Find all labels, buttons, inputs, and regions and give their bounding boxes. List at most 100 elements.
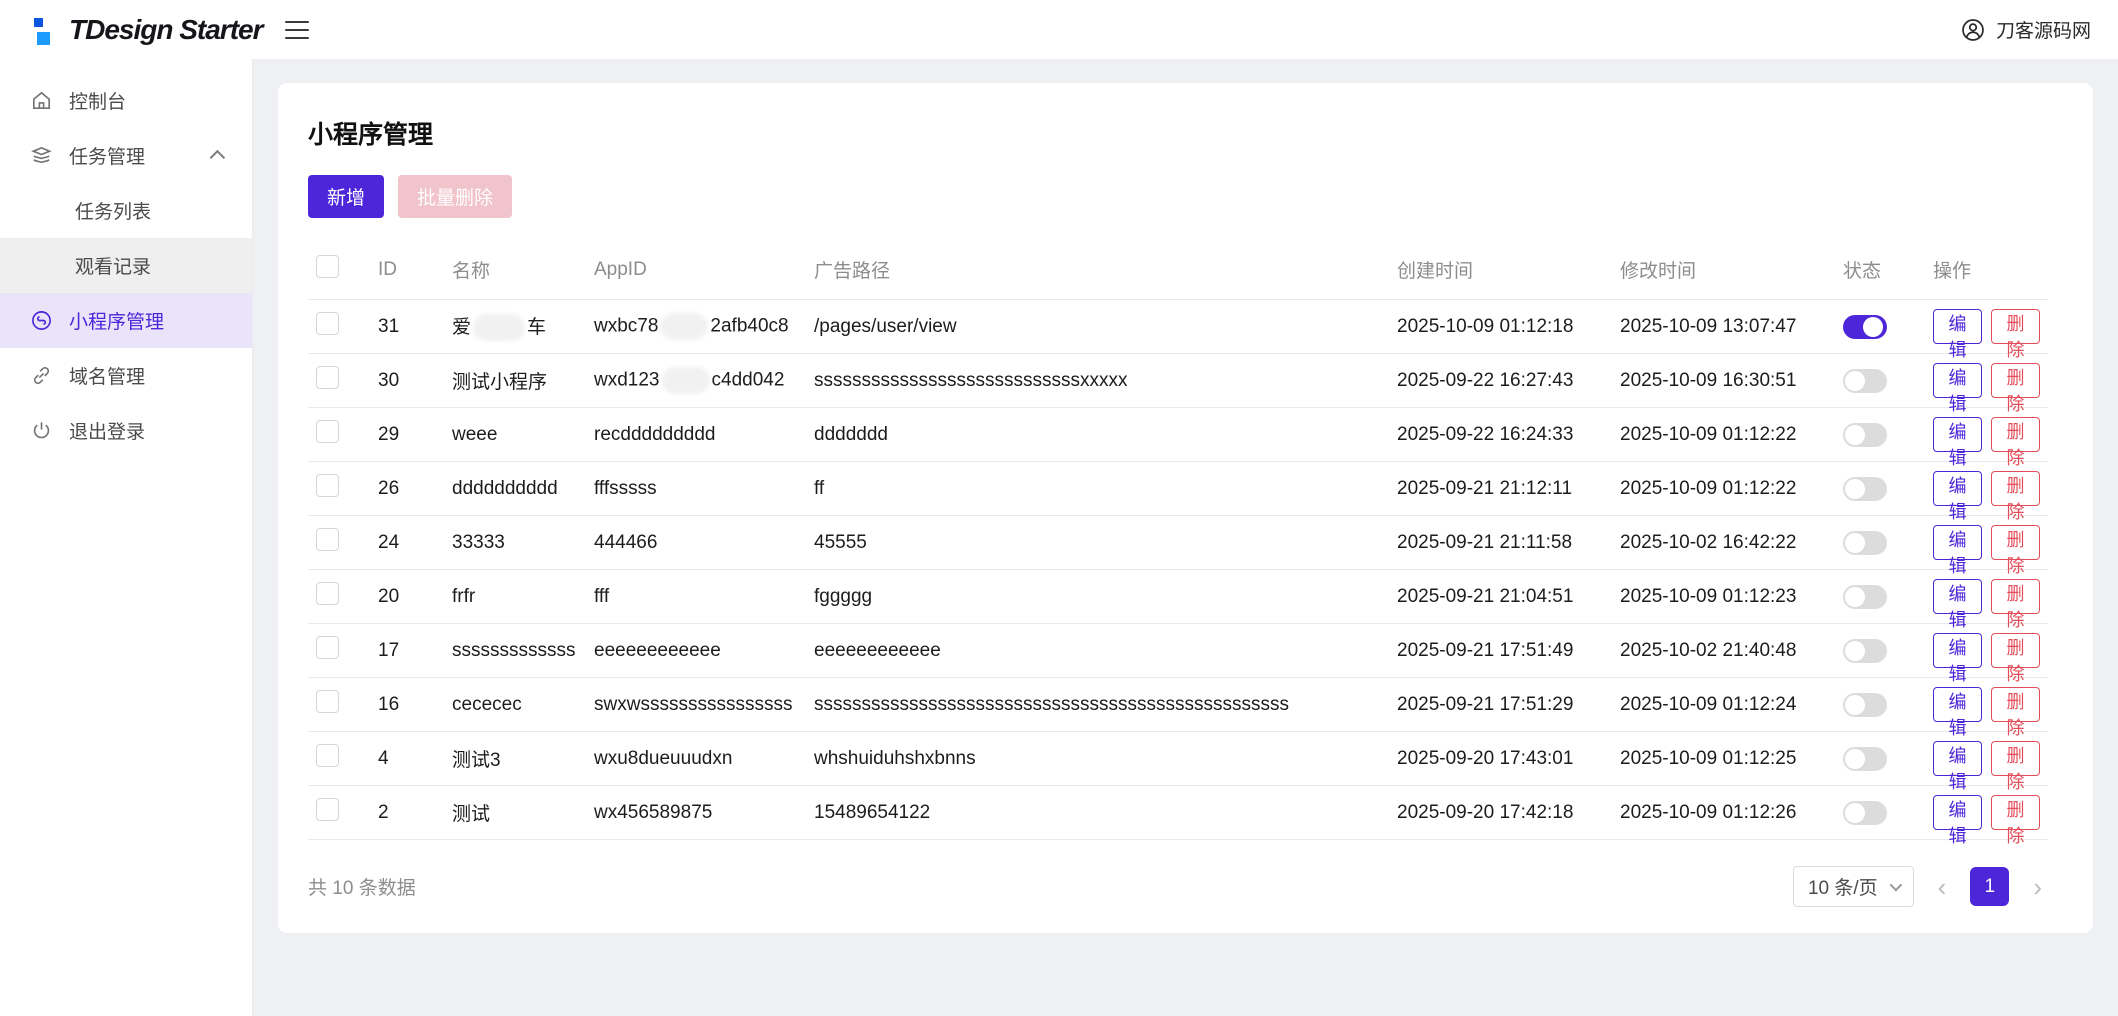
hamburger-menu-icon[interactable] [284, 20, 309, 39]
edit-button[interactable]: 编辑 [1933, 579, 1982, 630]
row-checkbox[interactable] [316, 420, 339, 443]
sidebar-item-watch-records[interactable]: 观看记录 [0, 238, 252, 293]
user-menu[interactable]: 刀客源码网 [1960, 16, 2091, 43]
status-toggle[interactable] [1843, 746, 1887, 771]
content-card: 小程序管理 新增 批量删除 ID 名称 AppID 广告路径 创建时间 修改时间… [278, 83, 2093, 933]
delete-button[interactable]: 删除 [1991, 633, 2040, 684]
row-checkbox[interactable] [316, 528, 339, 551]
miniprogram-icon [32, 311, 51, 330]
sidebar-item-miniprogram-management[interactable]: 小程序管理 [0, 293, 252, 348]
table-footer: 共 10 条数据 10 条/页 ‹ 1 › [308, 866, 2048, 907]
row-checkbox[interactable] [316, 636, 339, 659]
row-checkbox[interactable] [316, 798, 339, 821]
table-row: 4 测试3 wxu8dueuuudxn whshuiduhshxbnns 2025-09… [308, 731, 2048, 792]
cell-appid: swxwssssssssssssssss [586, 677, 806, 732]
row-checkbox[interactable] [316, 690, 339, 713]
edit-button[interactable]: 编辑 [1933, 687, 1982, 738]
sidebar-item-dashboard[interactable]: 控制台 [0, 73, 252, 128]
delete-button[interactable]: 删除 [1991, 525, 2040, 576]
edit-button[interactable]: 编辑 [1933, 795, 1982, 846]
cell-appid: eeeeeeeeeeee [586, 623, 806, 678]
delete-button[interactable]: 删除 [1991, 795, 2040, 846]
cell-id: 29 [370, 407, 444, 462]
cell-appid: wxd123 c4dd042 [586, 353, 806, 408]
row-checkbox[interactable] [316, 312, 339, 335]
sidebar-item-logout[interactable]: 退出登录 [0, 403, 252, 458]
cell-modified-time: 2025-10-09 01:12:22 [1612, 407, 1835, 462]
cell-ad-path: ssssssssssssssssssssssssssssssssssssssss… [806, 677, 1389, 732]
edit-button[interactable]: 编辑 [1933, 417, 1982, 468]
sidebar-item-label: 观看记录 [75, 257, 152, 278]
status-toggle[interactable] [1843, 368, 1887, 393]
edit-button[interactable]: 编辑 [1933, 363, 1982, 414]
delete-button[interactable]: 删除 [1991, 309, 2040, 360]
delete-button[interactable]: 删除 [1991, 417, 2040, 468]
cell-name: 测试3 [444, 731, 586, 786]
column-header-appid: AppID [594, 258, 647, 280]
sidebar-item-label: 小程序管理 [69, 312, 165, 333]
prev-page-button[interactable]: ‹ [1932, 874, 1953, 900]
top-bar: TDesign Starter 刀客源码网 [0, 0, 2118, 59]
cell-modified-time: 2025-10-02 21:40:48 [1612, 623, 1835, 678]
edit-button[interactable]: 编辑 [1933, 525, 1982, 576]
status-toggle[interactable] [1843, 476, 1887, 501]
cell-modified-time: 2025-10-09 01:12:25 [1612, 731, 1835, 786]
cell-id: 20 [370, 569, 444, 624]
row-checkbox[interactable] [316, 744, 339, 767]
tdesign-logo-icon [27, 13, 53, 47]
status-toggle[interactable] [1843, 314, 1887, 339]
page-number-button[interactable]: 1 [1970, 867, 2010, 906]
status-toggle[interactable] [1843, 692, 1887, 717]
delete-button[interactable]: 删除 [1991, 741, 2040, 792]
cell-name: 测试小程序 [444, 353, 586, 408]
next-page-button[interactable]: › [2027, 874, 2048, 900]
cell-created-time: 2025-09-21 17:51:49 [1389, 623, 1612, 678]
cell-modified-time: 2025-10-09 01:12:24 [1612, 677, 1835, 732]
edit-button[interactable]: 编辑 [1933, 741, 1982, 792]
cell-created-time: 2025-09-21 17:51:29 [1389, 677, 1612, 732]
status-toggle[interactable] [1843, 530, 1887, 555]
add-button[interactable]: 新增 [308, 175, 385, 218]
link-icon [33, 366, 50, 385]
table-row: 29 weee recddddddddd ddddddd 2025-09-22 16:2… [308, 407, 2048, 468]
row-checkbox[interactable] [316, 474, 339, 497]
sidebar-item-label: 任务列表 [75, 202, 152, 223]
sidebar-group-label: 任务管理 [69, 147, 146, 168]
chevron-down-icon [1889, 878, 1902, 892]
select-all-checkbox[interactable] [316, 255, 339, 278]
sidebar-item-domain-management[interactable]: 域名管理 [0, 348, 252, 403]
cell-modified-time: 2025-10-09 01:12:26 [1612, 785, 1835, 840]
edit-button[interactable]: 编辑 [1933, 309, 1982, 360]
row-checkbox[interactable] [316, 366, 339, 389]
blurred-mask [660, 313, 709, 340]
delete-button[interactable]: 删除 [1991, 471, 2040, 522]
table-row: 24 33333 444466 45555 2025-09-21 21:11:58 202… [308, 515, 2048, 576]
delete-button[interactable]: 删除 [1991, 579, 2040, 630]
home-icon [33, 91, 50, 109]
edit-button[interactable]: 编辑 [1933, 471, 1982, 522]
page-title: 小程序管理 [308, 121, 434, 149]
user-avatar-icon [1962, 18, 1984, 41]
page-size-select[interactable]: 10 条/页 [1792, 866, 1914, 907]
status-toggle[interactable] [1843, 638, 1887, 663]
table-body: 31 爱车 wxbc78 2afb40c8/pages/user/view 2025-1… [308, 299, 2048, 846]
status-toggle[interactable] [1843, 422, 1887, 447]
cell-appid: fffsssss [586, 461, 806, 516]
sidebar-item-task-list[interactable]: 任务列表 [0, 183, 252, 238]
status-toggle[interactable] [1843, 800, 1887, 825]
delete-button[interactable]: 删除 [1991, 363, 2040, 414]
sidebar-group-task-management[interactable]: 任务管理 [0, 128, 252, 183]
delete-button[interactable]: 删除 [1991, 687, 2040, 738]
cell-created-time: 2025-09-22 16:27:43 [1389, 353, 1612, 408]
page-size-value: 10 条/页 [1807, 878, 1878, 899]
batch-delete-button[interactable]: 批量删除 [398, 175, 513, 218]
cell-name: dddddddddd [444, 461, 586, 516]
column-header-id: ID [378, 258, 397, 280]
row-checkbox[interactable] [316, 582, 339, 605]
edit-button[interactable]: 编辑 [1933, 633, 1982, 684]
sidebar-item-label: 控制台 [69, 92, 127, 113]
cell-modified-time: 2025-10-02 16:42:22 [1612, 515, 1835, 570]
status-toggle[interactable] [1843, 584, 1887, 609]
cell-appid: 444466 [586, 515, 806, 570]
toolbar: 新增 批量删除 [308, 175, 2063, 218]
